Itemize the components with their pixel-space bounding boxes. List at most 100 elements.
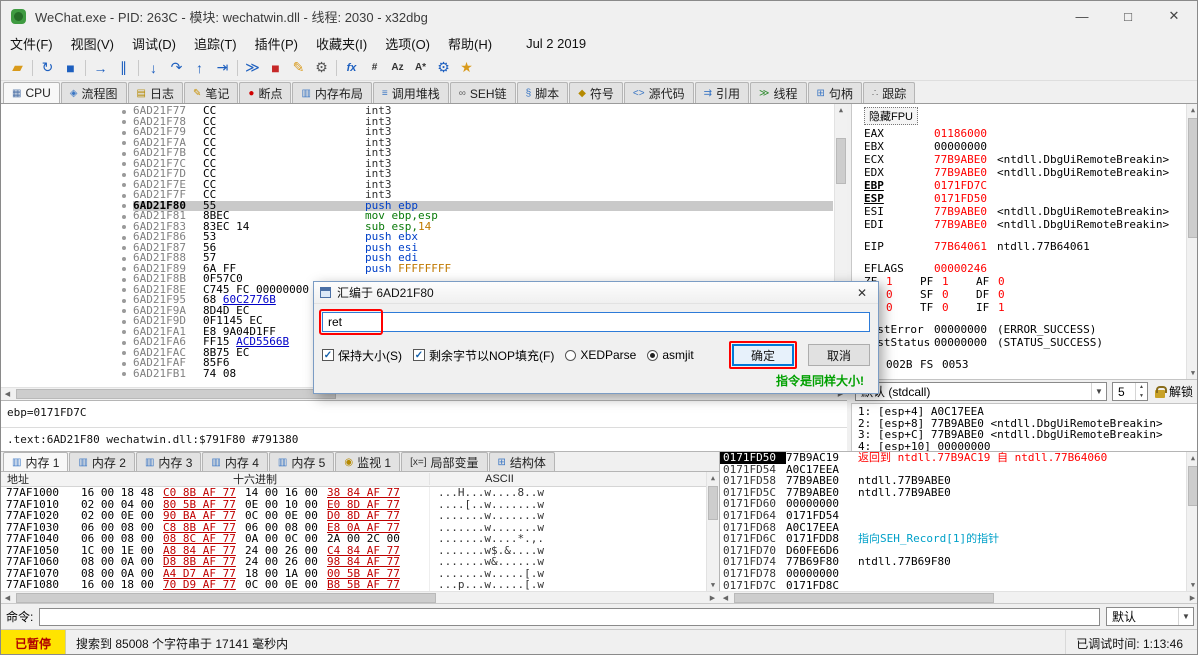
ok-button[interactable]: 确定	[732, 344, 794, 366]
keep-size-checkbox[interactable]: 保持大小(S)	[322, 347, 402, 364]
menu-view[interactable]: 视图(V)	[62, 31, 123, 56]
breakpoint-gutter[interactable]	[1, 348, 133, 359]
tab-struct[interactable]: ⊞结构体	[489, 452, 555, 471]
register-row[interactable]: ESP0171FD50	[864, 192, 1198, 205]
scroll-down-icon[interactable]	[1187, 367, 1198, 379]
spin-up-icon[interactable]: ▲	[1136, 383, 1147, 392]
tab-dump-1[interactable]: ▥内存 1	[3, 452, 68, 471]
breakpoint-gutter[interactable]	[1, 274, 133, 285]
asmjit-radio[interactable]: asmjit	[647, 348, 693, 362]
memory-vscrollbar[interactable]	[706, 472, 719, 591]
breakpoint-gutter[interactable]	[1, 264, 133, 275]
memory-row[interactable]: 77AF104006 00 08 0008 8C AF 770A 00 0C 0…	[1, 533, 719, 545]
restart-icon[interactable]: ↻	[36, 58, 59, 78]
tab-breakpoints[interactable]: ●断点	[239, 82, 291, 103]
patch-icon[interactable]: #	[363, 58, 386, 78]
stack-pane[interactable]: 0171FD5077B9AC19返回到 ntdll.77B9AC19 自 ntd…	[719, 451, 1198, 591]
register-row[interactable]: EBX00000000	[864, 140, 1198, 153]
menu-plugins[interactable]: 插件(P)	[246, 31, 307, 56]
register-row[interactable]: EFLAGS00000246	[864, 262, 1198, 275]
command-input[interactable]	[39, 608, 1100, 626]
memory-row[interactable]: 77AF102002 00 0E 0090 BA AF 770C 00 0E 0…	[1, 510, 719, 522]
menu-favourites[interactable]: 收藏夹(I)	[307, 31, 376, 56]
scroll-thumb[interactable]	[16, 389, 336, 399]
step-over-icon[interactable]: ↷	[165, 58, 188, 78]
disasm-row[interactable]: 6AD21F7ECCint3	[1, 180, 833, 191]
breakpoint-gutter[interactable]	[1, 138, 133, 149]
breakpoint-gutter[interactable]	[1, 222, 133, 233]
breakpoint-gutter[interactable]	[1, 295, 133, 306]
tab-dump-5[interactable]: ▥内存 5	[269, 452, 334, 471]
tab-references[interactable]: ⇉引用	[695, 82, 749, 103]
scroll-up-icon[interactable]	[835, 104, 847, 116]
registers-vscrollbar[interactable]	[1186, 104, 1198, 379]
cancel-button[interactable]: 取消	[808, 344, 870, 366]
breakpoint-gutter[interactable]	[1, 369, 133, 380]
gear-icon[interactable]: ⚙	[432, 58, 455, 78]
breakpoint-gutter[interactable]	[1, 117, 133, 128]
flags-row[interactable]: GS002BFS0053	[864, 358, 1198, 371]
breakpoint-gutter[interactable]	[1, 190, 133, 201]
register-row[interactable]: EAX01186000	[864, 127, 1198, 140]
step-into-icon[interactable]: ↓	[142, 58, 165, 78]
menu-file[interactable]: 文件(F)	[1, 31, 62, 56]
tab-symbols[interactable]: ◆符号	[569, 82, 623, 103]
stack-row[interactable]: 0171FD6C0171FDD8指向SEH_Record[1]的指针	[720, 533, 1198, 545]
argument-row[interactable]: 3: [esp+C] 77B9ABE0 <ntdll.DbgUiRemoteBr…	[858, 429, 1198, 441]
disasm-row[interactable]: 6AD21F896A FFpush FFFFFFFF	[1, 264, 833, 275]
scroll-up-icon[interactable]	[1187, 452, 1198, 464]
menu-trace[interactable]: 追踪(T)	[185, 31, 246, 56]
convention-dropdown[interactable]: 默认 (stdcall)	[855, 382, 1107, 401]
unlock-checkbox[interactable]: 解锁	[1153, 383, 1195, 400]
xedparse-radio[interactable]: XEDParse	[565, 348, 636, 362]
memory-row[interactable]: 77AF100016 00 18 48C0 8B AF 7714 00 16 0…	[1, 487, 719, 499]
breakpoint-gutter[interactable]	[1, 232, 133, 243]
scroll-thumb[interactable]	[708, 486, 718, 520]
step-out-icon[interactable]: ↑	[188, 58, 211, 78]
settings-icon[interactable]: ⚙	[310, 58, 333, 78]
flags-row[interactable]: CF0TF0IF1	[864, 301, 1198, 314]
execute-till-return-icon[interactable]: ⇥	[211, 58, 234, 78]
animate-icon[interactable]: ≫	[241, 58, 264, 78]
tab-watch-1[interactable]: ◉监视 1	[335, 452, 400, 471]
scroll-thumb[interactable]	[1188, 466, 1198, 506]
stack-row[interactable]: 0171FD7C0171FD8C	[720, 580, 1198, 591]
tab-dump-3[interactable]: ▥内存 3	[136, 452, 201, 471]
menu-help[interactable]: 帮助(H)	[439, 31, 501, 56]
assemble-instruction-input[interactable]	[322, 312, 870, 332]
breakpoint-gutter[interactable]	[1, 243, 133, 254]
disasm-row[interactable]: 6AD21F7ACCint3	[1, 138, 833, 149]
scroll-down-icon[interactable]	[1187, 579, 1198, 591]
stack-row[interactable]: 0171FD640171FD54	[720, 510, 1198, 522]
disasm-row[interactable]: 6AD21F7DCCint3	[1, 169, 833, 180]
run-icon[interactable]: →	[89, 58, 112, 78]
notes-icon[interactable]: ✎	[287, 58, 310, 78]
breakpoint-gutter[interactable]	[1, 211, 133, 222]
spin-down-icon[interactable]: ▼	[1136, 392, 1147, 401]
tab-trace[interactable]: ∴跟踪	[863, 82, 915, 103]
breakpoint-gutter[interactable]	[1, 253, 133, 264]
minimize-button[interactable]: —	[1059, 1, 1105, 31]
register-row[interactable]: EIP77B64061ntdll.77B64061	[864, 240, 1198, 253]
scroll-down-icon[interactable]	[707, 579, 719, 591]
breakpoint-gutter[interactable]	[1, 159, 133, 170]
fx-icon[interactable]: fx	[340, 58, 363, 78]
breakpoint-gutter[interactable]	[1, 285, 133, 296]
log-icon[interactable]: ■	[264, 58, 287, 78]
tab-script[interactable]: §脚本	[517, 82, 569, 103]
chevron-down-icon[interactable]	[1178, 608, 1193, 625]
memory-dump-pane[interactable]: 地址 十六进制 ASCII 77AF100016 00 18 48C0 8B A…	[1, 472, 719, 591]
memory-row[interactable]: 77AF108016 00 18 0070 D9 AF 770C 00 0E 0…	[1, 579, 719, 591]
argument-row[interactable]: 1: [esp+4] A0C17EEA	[858, 406, 1198, 418]
flags-row[interactable]: ZF1PF1AF0	[864, 275, 1198, 288]
tab-call-stack[interactable]: ≡调用堆栈	[373, 82, 449, 103]
menu-debug[interactable]: 调试(D)	[123, 31, 185, 56]
register-row[interactable]: ECX77B9ABE0<ntdll.DbgUiRemoteBreakin>	[864, 153, 1198, 166]
disasm-row[interactable]: 6AD21F79CCint3	[1, 127, 833, 138]
disasm-row[interactable]: 6AD21F77CCint3	[1, 106, 833, 117]
tab-memory-map[interactable]: ▥内存布局	[292, 82, 371, 103]
memory-row[interactable]: 77AF106008 00 0A 00D8 8B AF 7724 00 26 0…	[1, 556, 719, 568]
menu-options[interactable]: 选项(O)	[376, 31, 439, 56]
chevron-down-icon[interactable]	[1091, 383, 1106, 400]
scroll-thumb[interactable]	[16, 593, 436, 603]
